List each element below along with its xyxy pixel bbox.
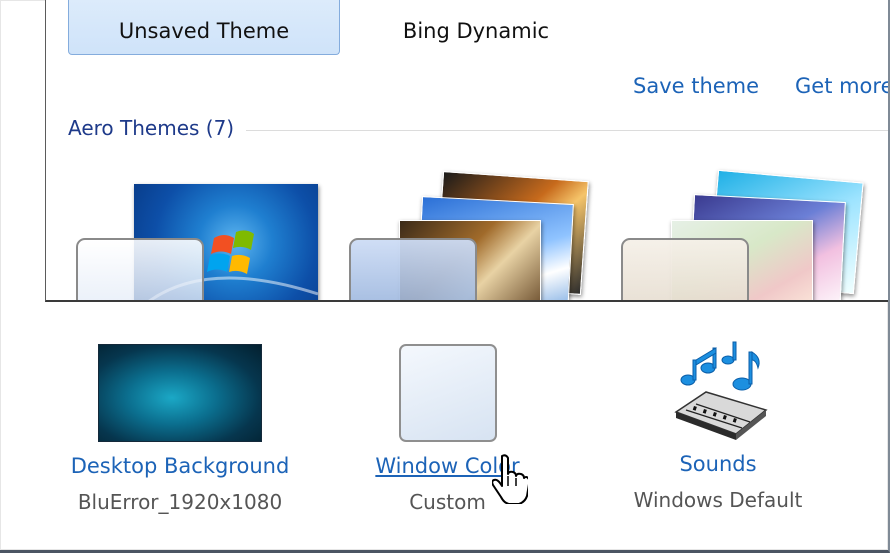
sounds-link[interactable]: Sounds — [598, 452, 838, 476]
window-color-swatch — [398, 344, 497, 442]
theme-thumbnail-windows7[interactable] — [76, 170, 326, 300]
desktop-background-value: BluError_1920x1080 — [77, 490, 283, 514]
theme-bing-dynamic[interactable]: Bing Dynamic — [396, 0, 556, 54]
theme-bing-dynamic-label: Bing Dynamic — [402, 19, 550, 43]
theme-list-panel: Unsaved Theme Bing Dynamic Save theme Ge… — [45, 0, 888, 302]
theme-color-glass — [349, 238, 477, 300]
theme-unsaved-label: Unsaved Theme — [118, 19, 290, 43]
desktop-background-link[interactable]: Desktop Background — [60, 454, 300, 478]
theme-unsaved[interactable]: Unsaved Theme — [68, 0, 340, 55]
theme-thumbnail-architecture[interactable] — [349, 170, 599, 300]
sounds-value: Windows Default — [633, 488, 803, 512]
save-theme-link[interactable]: Save theme — [633, 74, 759, 98]
aero-themes-heading: Aero Themes (7) — [68, 116, 247, 140]
theme-color-glass — [76, 238, 204, 300]
sounds-icon — [668, 340, 768, 440]
get-more-themes-link[interactable]: Get more — [795, 74, 888, 98]
group-divider — [246, 130, 888, 131]
personalization-window: Unsaved Theme Bing Dynamic Save theme Ge… — [0, 0, 890, 553]
hand-cursor-icon — [492, 454, 528, 504]
theme-color-glass — [621, 238, 749, 300]
desktop-background-setting[interactable]: Desktop Background BluError_1920x1080 — [60, 340, 300, 514]
desktop-background-thumbnail — [98, 344, 262, 442]
theme-thumbnail-characters[interactable] — [621, 169, 871, 300]
sounds-setting[interactable]: Sounds Windows Default — [598, 340, 838, 512]
